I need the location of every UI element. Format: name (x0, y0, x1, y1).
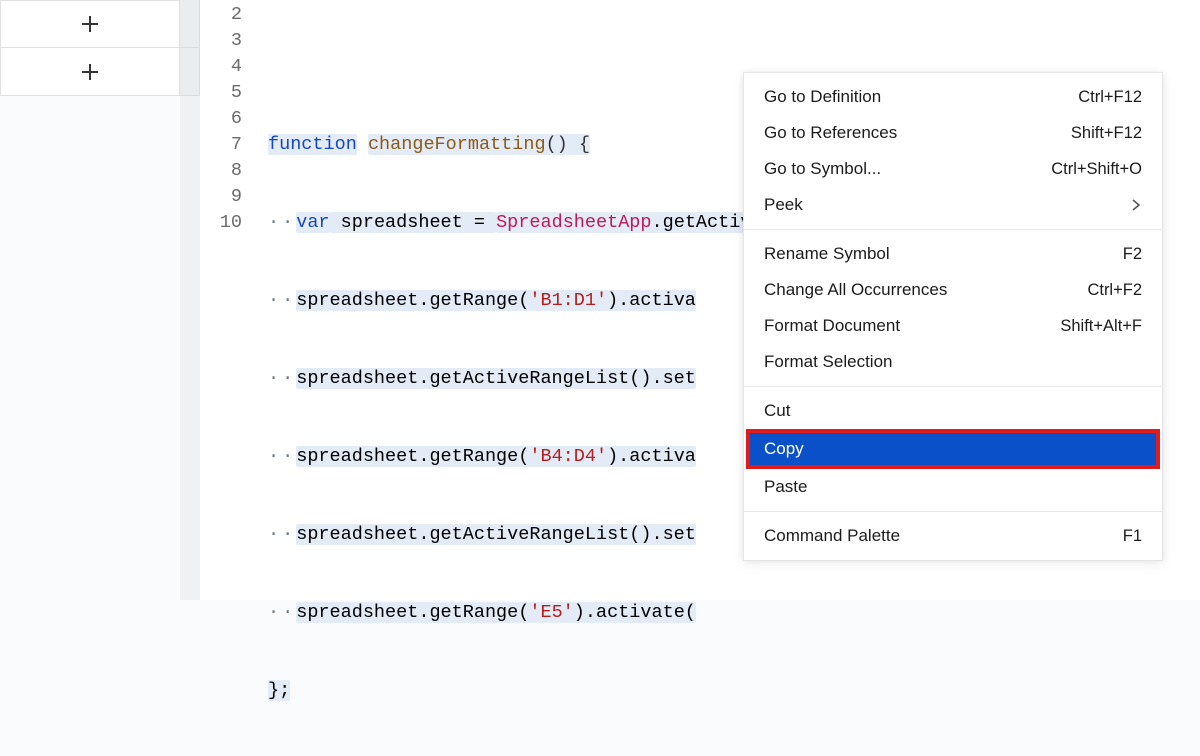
menu-item-shortcut: Ctrl+F2 (1087, 281, 1142, 300)
add-row-button[interactable] (0, 48, 180, 96)
line-number: 7 (200, 132, 260, 158)
left-panel (0, 0, 180, 96)
menu-change-all-occurrences[interactable]: Change All Occurrences Ctrl+F2 (744, 272, 1162, 308)
code-line[interactable]: ··spreadsheet.getRange('E5').activate( (268, 600, 1200, 626)
menu-item-shortcut: Shift+Alt+F (1060, 317, 1142, 336)
menu-item-shortcut: Ctrl+F12 (1078, 88, 1142, 107)
line-number: 2 (200, 2, 260, 28)
line-number: 8 (200, 158, 260, 184)
menu-rename-symbol[interactable]: Rename Symbol F2 (744, 236, 1162, 272)
menu-item-label: Change All Occurrences (764, 280, 947, 300)
menu-copy[interactable]: Copy (748, 431, 1158, 467)
menu-item-label: Go to Symbol... (764, 159, 881, 179)
menu-item-label: Go to References (764, 123, 897, 143)
line-number: 4 (200, 54, 260, 80)
menu-item-label: Command Palette (764, 526, 900, 546)
menu-go-to-symbol[interactable]: Go to Symbol... Ctrl+Shift+O (744, 151, 1162, 187)
menu-format-document[interactable]: Format Document Shift+Alt+F (744, 308, 1162, 344)
line-number: 5 (200, 80, 260, 106)
menu-item-label: Cut (764, 401, 790, 421)
line-number: 9 (200, 184, 260, 210)
menu-item-label: Peek (764, 195, 803, 215)
menu-go-to-references[interactable]: Go to References Shift+F12 (744, 115, 1162, 151)
menu-format-selection[interactable]: Format Selection (744, 344, 1162, 380)
line-number: 10 (200, 210, 260, 236)
menu-cut[interactable]: Cut (744, 393, 1162, 429)
add-row-button[interactable] (0, 0, 180, 48)
context-menu: Go to Definition Ctrl+F12 Go to References… (743, 72, 1163, 561)
chevron-right-icon (1130, 199, 1142, 211)
plus-icon (78, 60, 102, 84)
menu-item-label: Go to Definition (764, 87, 881, 107)
code-line[interactable]: }; (268, 678, 1200, 704)
menu-item-shortcut: Ctrl+Shift+O (1051, 160, 1142, 179)
menu-go-to-definition[interactable]: Go to Definition Ctrl+F12 (744, 79, 1162, 115)
menu-paste[interactable]: Paste (744, 469, 1162, 505)
line-number: 3 (200, 28, 260, 54)
menu-item-label: Paste (764, 477, 807, 497)
collapse-gutter (180, 0, 200, 600)
line-number: 6 (200, 106, 260, 132)
plus-icon (78, 12, 102, 36)
menu-item-label: Rename Symbol (764, 244, 890, 264)
menu-peek[interactable]: Peek (744, 187, 1162, 223)
menu-item-shortcut: F1 (1123, 527, 1142, 546)
menu-separator (744, 511, 1162, 512)
menu-item-label: Format Document (764, 316, 900, 336)
line-number-gutter: 2345678910 (200, 0, 260, 236)
menu-item-label: Copy (764, 439, 804, 459)
menu-separator (744, 386, 1162, 387)
menu-item-shortcut: Shift+F12 (1071, 124, 1142, 143)
menu-command-palette[interactable]: Command Palette F1 (744, 518, 1162, 554)
menu-item-shortcut: F2 (1123, 245, 1142, 264)
menu-separator (744, 229, 1162, 230)
menu-item-label: Format Selection (764, 352, 893, 372)
